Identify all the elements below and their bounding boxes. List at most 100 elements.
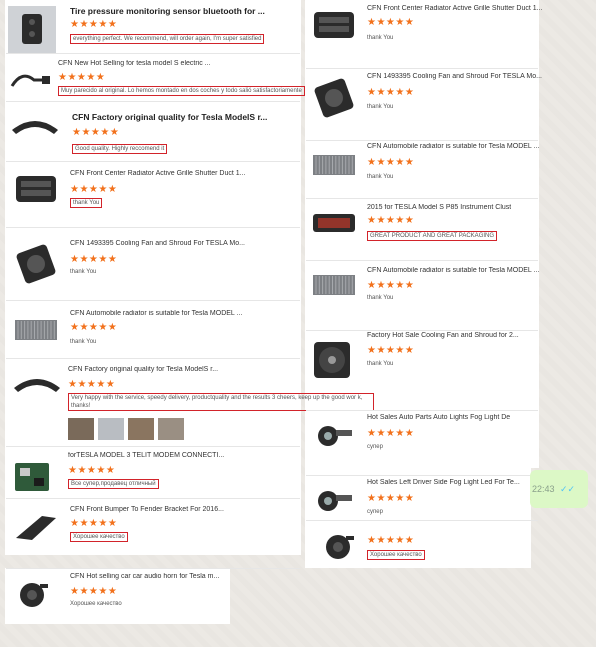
card-divider xyxy=(6,446,300,447)
grille-shutter-icon[interactable] xyxy=(310,8,358,47)
card-divider xyxy=(6,101,300,102)
audio-horn-icon[interactable] xyxy=(318,530,358,569)
rating-stars: ★★★★★ xyxy=(367,157,415,168)
rating-stars: ★★★★★ xyxy=(70,586,118,597)
review-text: thank You xyxy=(367,295,394,301)
product-title[interactable]: CFN New Hot Selling for tesla model S el… xyxy=(58,60,211,67)
rating-stars: ★★★★★ xyxy=(367,428,415,439)
product-title[interactable]: Hot Sales Left Driver Side Fog Light Led… xyxy=(367,479,520,486)
rating-stars: ★★★★★ xyxy=(70,254,118,265)
product-title[interactable]: forTESLA MODEL 3 TELIT MODEM CONNECTI... xyxy=(68,452,224,459)
product-title[interactable]: CFN Front Center Radiator Active Grille … xyxy=(367,5,542,12)
radiator-icon[interactable] xyxy=(310,150,358,185)
rating-stars: ★★★★★ xyxy=(70,19,118,30)
review-text: Хорошее качество xyxy=(70,532,128,542)
rating-stars: ★★★★★ xyxy=(367,17,415,28)
audio-horn-icon[interactable] xyxy=(12,578,52,617)
product-title[interactable]: CFN 1493395 Cooling Fan and Shroud For T… xyxy=(70,240,245,247)
rating-stars: ★★★★★ xyxy=(367,87,415,98)
product-title[interactable]: CFN Front Bumper To Fender Bracket For 2… xyxy=(70,506,224,513)
instrument-cluster-icon[interactable] xyxy=(310,208,358,243)
rating-stars: ★★★★★ xyxy=(367,280,415,291)
product-title[interactable]: Hot Sales Auto Parts Auto Lights Fog Lig… xyxy=(367,414,510,421)
review-photo-thumbnail[interactable] xyxy=(68,418,94,440)
card-divider xyxy=(306,68,538,69)
card-divider xyxy=(6,498,300,499)
card-divider xyxy=(6,53,300,54)
card-divider xyxy=(6,568,300,569)
product-title[interactable]: CFN Hot selling car car audio horn for T… xyxy=(70,573,219,580)
review-text: Хорошее качество xyxy=(70,601,122,607)
fog-light-icon[interactable] xyxy=(310,420,356,457)
review-photo-thumbnail[interactable] xyxy=(98,418,124,440)
product-title[interactable]: Factory Hot Sale Cooling Fan and Shroud … xyxy=(367,332,519,339)
card-divider xyxy=(6,300,300,301)
card-divider xyxy=(306,260,538,261)
rating-stars: ★★★★★ xyxy=(72,127,120,138)
rating-stars: ★★★★★ xyxy=(367,493,415,504)
product-title[interactable]: CFN Factory original quality for Tesla M… xyxy=(68,366,218,373)
product-title[interactable]: CFN Factory original quality for Tesla M… xyxy=(72,112,267,122)
message-bubble[interactable]: 22:43 ✓✓ xyxy=(530,470,588,508)
review-text: Все супер,продавец отличный xyxy=(68,479,159,489)
review-text: супер xyxy=(367,509,383,515)
review-text: thank You xyxy=(70,269,97,275)
product-title[interactable]: CFN 1493395 Cooling Fan and Shroud For T… xyxy=(367,73,542,80)
message-time: 22:43 xyxy=(532,484,555,494)
review-text: Muy parecido al original. Lo hemos monta… xyxy=(58,86,305,96)
card-divider xyxy=(306,410,538,411)
review-text: thank You xyxy=(367,174,394,180)
review-photo-thumbnail[interactable] xyxy=(158,418,184,440)
rating-stars: ★★★★★ xyxy=(68,379,116,390)
rating-stars: ★★★★★ xyxy=(367,345,415,356)
review-text: thank You xyxy=(367,361,394,367)
review-text: thank You xyxy=(70,198,103,208)
card-divider xyxy=(306,140,538,141)
product-title[interactable]: CFN Automobile radiator is suitable for … xyxy=(70,310,242,317)
review-text: thank You xyxy=(367,35,394,41)
review-text: thank You xyxy=(70,339,97,345)
charge-cable-icon[interactable] xyxy=(8,66,52,99)
rating-stars: ★★★★★ xyxy=(367,535,415,546)
fan-shroud-icon[interactable] xyxy=(310,78,358,123)
trim-strip-icon[interactable] xyxy=(10,112,60,143)
review-photos[interactable] xyxy=(68,418,184,440)
grille-shutter-icon[interactable] xyxy=(12,172,60,211)
review-text: thank You xyxy=(367,104,394,110)
fan-shroud-icon[interactable] xyxy=(12,244,60,289)
radiator-icon[interactable] xyxy=(310,270,358,305)
card-divider xyxy=(306,520,538,521)
radiator-icon[interactable] xyxy=(12,315,60,350)
card-divider xyxy=(6,227,300,228)
review-text: Good quality. Highly reccomend it xyxy=(72,144,168,154)
read-receipt-icon: ✓✓ xyxy=(560,484,576,494)
rating-stars: ★★★★★ xyxy=(58,72,106,83)
rating-stars: ★★★★★ xyxy=(367,215,415,226)
rating-stars: ★★★★★ xyxy=(70,184,118,195)
review-photo-thumbnail[interactable] xyxy=(128,418,154,440)
card-divider xyxy=(306,475,538,476)
trim-strip-icon[interactable] xyxy=(12,370,62,401)
bumper-bracket-icon[interactable] xyxy=(12,510,60,549)
product-title[interactable]: 2015 for TESLA Model S P85 Instrument Cl… xyxy=(367,204,511,211)
rating-stars: ★★★★★ xyxy=(70,518,118,529)
product-title[interactable]: CFN Front Center Radiator Active Grille … xyxy=(70,170,245,177)
review-text: Very happy with the service, speedy deli… xyxy=(68,393,374,411)
review-text: супер xyxy=(367,444,383,450)
product-title[interactable]: CFN Automobile radiator is suitable for … xyxy=(367,143,539,150)
review-text: everything perfect. We recommend, will o… xyxy=(70,34,265,44)
fog-light-icon[interactable] xyxy=(310,485,356,522)
tpms-sensor-icon[interactable] xyxy=(8,6,56,59)
card-divider xyxy=(6,161,300,162)
card-divider xyxy=(306,330,538,331)
product-title[interactable]: Tire pressure monitoring sensor bluetoot… xyxy=(70,6,265,16)
card-divider xyxy=(306,198,538,199)
rating-stars: ★★★★★ xyxy=(70,322,118,333)
review-text: GREAT PRODUCT AND GREAT PACKAGING xyxy=(367,231,498,241)
card-divider xyxy=(6,358,300,359)
product-title[interactable]: CFN Automobile radiator is suitable for … xyxy=(367,267,539,274)
review-text: Хорошее качество xyxy=(367,550,425,560)
rating-stars: ★★★★★ xyxy=(68,465,116,476)
modem-board-icon[interactable] xyxy=(12,460,52,499)
cooling-fan-icon[interactable] xyxy=(310,340,354,385)
